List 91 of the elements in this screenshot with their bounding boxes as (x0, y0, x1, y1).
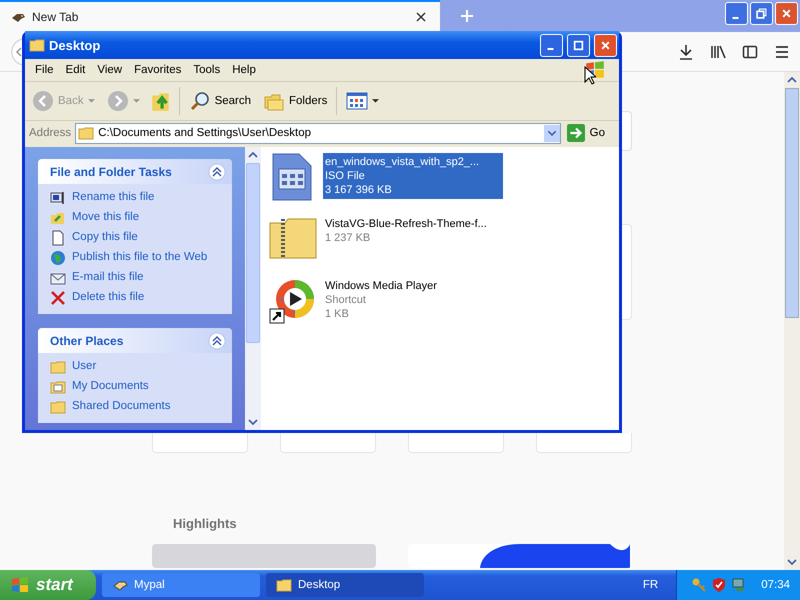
minimize-button[interactable] (725, 2, 748, 25)
close-icon[interactable] (416, 12, 426, 22)
file-detail: ISO File (325, 169, 366, 183)
folder-icon (78, 125, 94, 141)
rename-icon (50, 190, 66, 206)
section-heading: Highlights (173, 516, 238, 531)
close-icon (600, 40, 611, 50)
panel-title: File and Folder Tasks (50, 164, 172, 178)
views-icon (346, 90, 368, 112)
task-link[interactable]: Publish this file to the Web (72, 250, 208, 264)
file-detail: 1 KB (325, 307, 350, 321)
dropdown-button[interactable] (544, 124, 560, 142)
restore-button[interactable] (750, 2, 773, 25)
search-button[interactable]: Search (186, 88, 254, 114)
address-label: Address (29, 127, 72, 139)
file-name: en_windows_vista_with_sp2_... (325, 155, 480, 169)
folder-icon (50, 399, 66, 415)
menu-item[interactable]: File (29, 64, 60, 76)
task-link[interactable]: Shared Documents (72, 399, 170, 413)
panel-title: Other Places (50, 334, 124, 348)
task-link[interactable]: Copy this file (72, 230, 138, 244)
task-link[interactable]: Rename this file (72, 190, 154, 204)
search-box-edge[interactable] (621, 111, 632, 151)
minimize-button[interactable] (540, 34, 563, 56)
media-player-icon (269, 277, 317, 325)
menu-icon[interactable] (774, 44, 790, 60)
delete-icon (50, 290, 66, 306)
site-tile-edge[interactable] (280, 433, 376, 453)
maximize-icon (573, 40, 584, 50)
shield-icon[interactable] (711, 577, 728, 593)
taskbar-button[interactable]: Desktop (266, 573, 424, 597)
download-icon[interactable] (678, 44, 694, 60)
minimize-icon (547, 48, 554, 50)
card-background[interactable] (408, 544, 632, 568)
folder-icon (50, 359, 66, 375)
globe-icon (50, 250, 66, 266)
taskbar-button[interactable]: Mypal (102, 573, 260, 597)
close-button[interactable] (775, 2, 798, 25)
file-name: VistaVG-Blue-Refresh-Theme-f... (325, 217, 487, 231)
menu-item[interactable]: Help (226, 64, 262, 76)
site-tile-edge[interactable] (622, 224, 632, 320)
caret-icon (372, 98, 380, 104)
scrollbar[interactable] (784, 72, 800, 570)
site-tile-edge[interactable] (536, 433, 632, 453)
folder-icon (29, 37, 45, 53)
mouse-cursor-icon (584, 66, 596, 85)
clock: 07:34 (761, 579, 790, 591)
folders-button[interactable]: Folders (260, 88, 330, 114)
browser-tab[interactable]: New Tab (0, 0, 440, 32)
computer-icon[interactable] (731, 577, 748, 593)
task-link[interactable]: E-mail this file (72, 270, 144, 284)
library-icon[interactable] (710, 44, 726, 60)
task-link[interactable]: Move this file (72, 210, 140, 224)
close-button[interactable] (594, 34, 617, 56)
file-detail: Shortcut (325, 293, 367, 307)
task-link[interactable]: User (72, 359, 96, 373)
file-name: Windows Media Player (325, 279, 437, 293)
collapse-icon[interactable] (208, 162, 226, 180)
language-indicator[interactable]: FR (642, 579, 658, 591)
copy-icon (50, 230, 66, 246)
search-icon (188, 90, 211, 112)
site-tile-edge[interactable] (152, 433, 248, 453)
caret-icon (88, 98, 95, 104)
move-icon (50, 210, 66, 226)
minimize-icon (732, 16, 739, 18)
site-tile-edge[interactable] (408, 433, 504, 453)
sidebar-icon[interactable] (742, 44, 758, 60)
task-link[interactable]: My Documents (72, 379, 149, 393)
collapse-icon[interactable] (208, 332, 226, 350)
address-field[interactable]: C:\Documents and Settings\User\Desktop (75, 122, 561, 144)
window-title: Desktop (49, 38, 102, 52)
menu-item[interactable]: Tools (187, 64, 226, 76)
chevron-down-icon (548, 130, 556, 136)
caret-icon (132, 98, 140, 104)
scrollbar[interactable] (245, 147, 261, 430)
menu-item[interactable]: Edit (60, 64, 92, 76)
folder-icon (276, 577, 292, 593)
file-detail: 3 167 396 KB (325, 183, 393, 197)
task-link[interactable]: Delete this file (72, 290, 144, 304)
menu-item[interactable]: Favorites (128, 64, 188, 76)
file-item[interactable]: Windows Media Player Shortcut 1 KB (269, 277, 611, 325)
file-detail: 1 237 KB (325, 231, 372, 245)
menu-item[interactable]: View (91, 64, 128, 76)
maximize-button[interactable] (567, 34, 590, 56)
restore-icon (756, 8, 767, 19)
go-button[interactable]: Go (564, 124, 615, 142)
windows-logo-icon (10, 575, 30, 595)
arrow-right-icon (566, 124, 585, 142)
documents-folder-icon (50, 379, 66, 395)
close-icon (781, 8, 792, 19)
file-item[interactable]: VistaVG-Blue-Refresh-Theme-f... 1 237 KB (269, 215, 611, 263)
